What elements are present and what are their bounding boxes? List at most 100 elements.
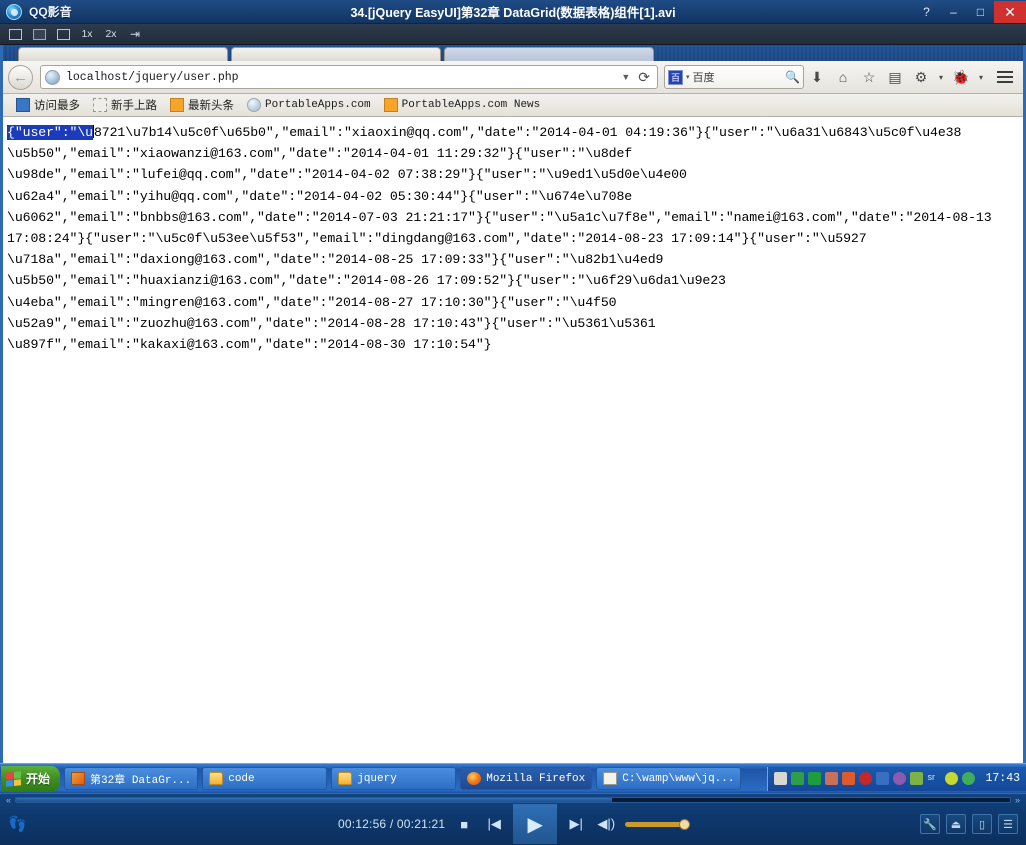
address-bar[interactable]: localhost/jquery/user.php ▼ ⟳	[40, 65, 658, 89]
hamburger-menu-icon[interactable]	[992, 64, 1018, 90]
addon-gear-icon[interactable]: ⚙	[908, 64, 934, 90]
url-history-dropdown-icon[interactable]: ▼	[616, 72, 635, 82]
qq-player-logo-icon	[6, 3, 22, 20]
tools-wrench-icon[interactable]: 🔧	[920, 814, 940, 834]
eject-icon[interactable]: ⏏	[946, 814, 966, 834]
maximize-button[interactable]: □	[967, 1, 994, 23]
network-icon[interactable]	[876, 772, 890, 785]
downloads-icon[interactable]: ⬇	[804, 64, 830, 90]
reader-icon[interactable]: ▤	[882, 64, 908, 90]
start-label: 开始	[26, 772, 51, 786]
video-file-icon	[71, 772, 86, 785]
bookmark-latest-headlines[interactable]: 最新头条	[165, 96, 239, 114]
plus-icon[interactable]	[945, 772, 959, 785]
seek-slider[interactable]	[15, 797, 1011, 803]
player-control-bar: « » 👣 00:12:56 / 00:21:21 ■ |◀ ▶ ▶| ◀|) …	[0, 793, 1026, 845]
taskbar-item-code[interactable]: code	[202, 767, 328, 790]
json-line-1: {"user":"\u8721\u7b14\u5c0f\u65b0","emai…	[7, 122, 1019, 143]
window-buttons: ? – □ ✕	[913, 0, 1026, 24]
firefox-window: ← localhost/jquery/user.php ▼ ⟳ 百 ▾ 百度 🔍…	[0, 45, 1026, 763]
footprint-icon[interactable]: 👣	[8, 815, 27, 833]
seek-row: « »	[0, 794, 1026, 805]
site-globe-icon	[45, 69, 60, 85]
baidu-icon: 百	[668, 69, 683, 85]
firebug-icon[interactable]: 🐞	[948, 64, 974, 90]
player-titlebar: QQ影音 34.[jQuery EasyUI]第32章 DataGrid(数据表…	[0, 0, 1026, 24]
json-line-10: \u52a9","email":"zuozhu@163.com","date":…	[7, 315, 656, 331]
time-display: 00:12:56 / 00:21:21	[338, 817, 446, 831]
taskbar-item-label: C:\wamp\www\jq...	[622, 772, 735, 785]
getting-started-icon	[93, 98, 107, 112]
json-line-7: \u718a","email":"daxiong@163.com","date"…	[7, 252, 664, 268]
screenshot-icon	[8, 28, 22, 40]
close-button[interactable]: ✕	[994, 1, 1026, 23]
playlist-icon[interactable]: ☰	[998, 814, 1018, 834]
bookmark-portableapps[interactable]: PortableApps.com	[242, 97, 376, 113]
chart-icon[interactable]	[842, 772, 856, 785]
screenshot-button[interactable]	[4, 26, 26, 43]
taskbar-item-editor[interactable]: C:\wamp\www\jq...	[596, 767, 742, 790]
pin-icon: ⇥	[129, 27, 141, 41]
help-button[interactable]: ?	[913, 1, 940, 23]
search-icon[interactable]: 🔍	[785, 70, 800, 84]
green-app-icon[interactable]	[791, 772, 805, 785]
speed-2x-button[interactable]: 2x	[100, 26, 122, 43]
selected-json-fragment: {"user":"\u	[7, 125, 93, 140]
guard-icon[interactable]	[962, 772, 976, 785]
json-line-9: \u4eba","email":"mingren@163.com","date"…	[7, 294, 617, 310]
keyboard-icon[interactable]	[774, 772, 788, 785]
search-engine-label: 百度	[692, 72, 715, 84]
stop-button[interactable]: ■	[453, 813, 475, 835]
json-line-11: \u897f","email":"kakaxi@163.com","date":…	[7, 337, 492, 353]
json-line-6: 17:08:24"}{"user":"\u5c0f\u53ee\u5f53","…	[7, 231, 867, 247]
speed-1x-button[interactable]: 1x	[76, 26, 98, 43]
save-icon[interactable]	[808, 772, 822, 785]
reload-icon[interactable]: ⟳	[635, 69, 653, 86]
bookmark-label: 最新头条	[188, 100, 234, 112]
next-button[interactable]: ▶|	[565, 813, 587, 835]
volume-slider[interactable]	[625, 818, 691, 830]
frame-capture-button[interactable]	[28, 26, 50, 43]
disc-icon[interactable]	[893, 772, 907, 785]
bookmark-portableapps-news[interactable]: PortableApps.com News	[379, 97, 546, 113]
back-button[interactable]: ←	[8, 64, 33, 90]
library-icon[interactable]: ▯	[972, 814, 992, 834]
browser-tab-1[interactable]	[18, 47, 228, 61]
json-line-5: \u6062","email":"bnbbs@163.com","date":"…	[7, 209, 992, 225]
search-box[interactable]: 百 ▾ 百度 🔍	[664, 65, 804, 89]
bookmark-most-visited[interactable]: 访问最多	[11, 96, 85, 114]
shield-icon[interactable]	[859, 772, 873, 785]
start-button[interactable]: 开始	[1, 765, 61, 792]
taskbar-item-jquery[interactable]: jquery	[331, 767, 457, 790]
taskbar-item-video[interactable]: 第32章 DataGr...	[64, 767, 199, 790]
ime-sr-icon[interactable]: sr	[927, 772, 941, 785]
search-engine-caret-icon[interactable]: ▾	[686, 73, 690, 81]
browser-tab-2[interactable]	[231, 47, 441, 61]
globe-icon	[247, 98, 261, 112]
url-text: localhost/jquery/user.php	[66, 70, 239, 84]
player-app-name: QQ影音	[29, 5, 72, 19]
bookmark-star-icon[interactable]: ☆	[856, 64, 882, 90]
play-button[interactable]: ▶	[513, 804, 558, 844]
previous-button[interactable]: |◀	[483, 813, 505, 835]
bookmark-label: 新手上路	[111, 100, 157, 112]
firefox-icon	[467, 772, 482, 785]
clock[interactable]: 17:43	[985, 772, 1020, 785]
chevron-down-icon[interactable]: ▾	[934, 64, 948, 90]
chevron-down-2-icon[interactable]: ▾	[974, 64, 988, 90]
cut-video-button[interactable]	[52, 26, 74, 43]
folder-icon	[209, 772, 224, 785]
leaf-icon[interactable]	[910, 772, 924, 785]
player-secondary-toolbar: 1x 2x ⇥	[0, 24, 1026, 45]
minimize-button[interactable]: –	[940, 1, 967, 23]
people-icon[interactable]	[825, 772, 839, 785]
home-icon[interactable]: ⌂	[830, 64, 856, 90]
bookmark-getting-started[interactable]: 新手上路	[88, 96, 162, 114]
volume-icon[interactable]: ◀|)	[595, 813, 617, 835]
taskbar-item-firefox[interactable]: Mozilla Firefox	[460, 767, 593, 790]
pin-button[interactable]: ⇥	[124, 26, 146, 43]
most-visited-icon	[16, 98, 30, 112]
browser-tab-3[interactable]	[444, 47, 654, 61]
seek-progress	[16, 798, 613, 802]
volume-knob[interactable]	[679, 818, 691, 830]
